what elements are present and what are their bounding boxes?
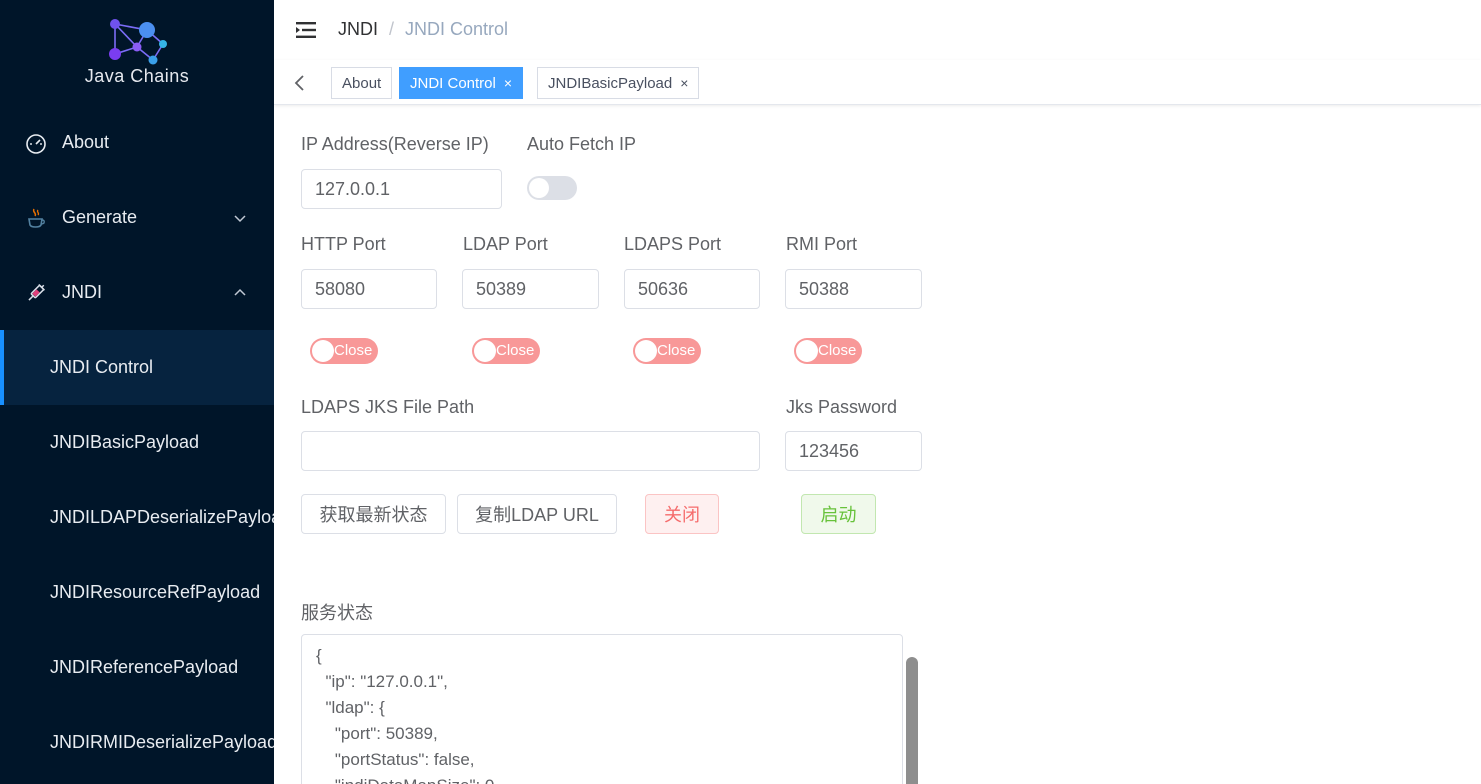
- switch-knob: [474, 340, 496, 362]
- sidebar-item-jndi-resource-ref-payload[interactable]: JNDIResourceRefPayload: [0, 555, 274, 630]
- tab-jndi-basic-payload[interactable]: JNDIBasicPayload ×: [537, 67, 700, 99]
- sidebar-item-jndi-rmi-deserialize-payload[interactable]: JNDIRMIDeserializePayload: [0, 705, 274, 780]
- chevron-left-icon[interactable]: [292, 73, 308, 93]
- ip-address-input[interactable]: 127.0.0.1: [301, 169, 502, 209]
- jks-file-path-label: LDAPS JKS File Path: [301, 397, 475, 417]
- tab-jndi-control[interactable]: JNDI Control ×: [399, 67, 524, 99]
- sidebar-item-label: JNDI: [62, 282, 102, 302]
- menu-fold-icon[interactable]: [296, 20, 318, 40]
- service-status-label: 服务状态: [301, 603, 373, 623]
- ip-address-label: IP Address(Reverse IP): [301, 134, 489, 154]
- sidebar-item-jndi-ldap-deserialize-payload[interactable]: JNDILDAPDeserializePayload: [0, 480, 274, 555]
- chevron-down-icon: [234, 214, 246, 222]
- rmi-server-switch[interactable]: Close: [794, 338, 862, 364]
- top-header: JNDI / JNDI Control: [274, 0, 1481, 60]
- dashboard-icon: [26, 133, 46, 154]
- rmi-port-label: RMI Port: [786, 234, 858, 254]
- refresh-status-button[interactable]: 获取最新状态: [301, 494, 446, 534]
- jks-password-input[interactable]: 123456: [785, 431, 922, 471]
- http-port-input[interactable]: 58080: [301, 269, 437, 309]
- service-status-textarea[interactable]: { "ip": "127.0.0.1", "ldap": { "port": 5…: [301, 634, 903, 784]
- status-scrollbar[interactable]: [906, 657, 918, 784]
- syringe-icon: [28, 283, 46, 301]
- sidebar-item-label: Generate: [62, 207, 138, 227]
- tab-about[interactable]: About: [331, 67, 393, 99]
- sidebar-item-label: About: [62, 132, 110, 152]
- breadcrumb: JNDI / JNDI Control: [338, 19, 508, 40]
- sidebar-item-jndi[interactable]: JNDI: [0, 255, 274, 330]
- auto-fetch-ip-label: Auto Fetch IP: [527, 134, 637, 154]
- java-cup-icon: [28, 208, 45, 228]
- logo-network-icon: [109, 19, 167, 65]
- chevron-up-icon: [234, 288, 246, 296]
- tab-label: JNDIBasicPayload: [548, 74, 673, 92]
- close-icon[interactable]: ×: [504, 75, 512, 91]
- ldap-server-switch[interactable]: Close: [472, 338, 540, 364]
- switch-text: Close: [818, 342, 857, 359]
- sidebar-item-label: JNDIReferencePayload: [50, 657, 239, 677]
- ldaps-port-input[interactable]: 50636: [624, 269, 760, 309]
- switch-knob: [312, 340, 334, 362]
- http-port-label: HTTP Port: [301, 234, 386, 254]
- copy-ldap-url-button[interactable]: 复制LDAP URL: [457, 494, 617, 534]
- sidebar-item-label: JNDIResourceRefPayload: [50, 582, 261, 602]
- app-logo[interactable]: Java Chains: [0, 0, 274, 105]
- tab-label: JNDI Control: [410, 74, 496, 92]
- switch-knob: [796, 340, 818, 362]
- switch-knob: [635, 340, 657, 362]
- sidebar-item-label: JNDIRMIDeserializePayload: [50, 732, 274, 752]
- sidebar-item-label: JNDIBasicPayload: [50, 432, 200, 452]
- switch-text: Close: [496, 342, 535, 359]
- ldaps-port-label: LDAPS Port: [624, 234, 722, 254]
- close-icon[interactable]: ×: [680, 75, 688, 91]
- tab-label: About: [342, 74, 382, 92]
- jks-password-label: Jks Password: [786, 397, 898, 417]
- jks-file-path-input[interactable]: [301, 431, 760, 471]
- rmi-port-input[interactable]: 50388: [785, 269, 922, 309]
- sidebar-item-label: JNDI Control: [50, 357, 154, 377]
- stop-button[interactable]: 关闭: [645, 494, 719, 534]
- breadcrumb-separator: /: [389, 19, 395, 39]
- auto-fetch-ip-switch[interactable]: [527, 176, 577, 200]
- sidebar: Java Chains About Generate JNDI JNDI Con…: [0, 0, 274, 784]
- http-server-switch[interactable]: Close: [310, 338, 378, 364]
- sidebar-item-label: JNDILDAPDeserializePayload: [50, 507, 274, 527]
- logo-text: Java Chains: [84, 66, 190, 86]
- switch-text: Close: [657, 342, 696, 359]
- tags-view: About JNDI Control × JNDIBasicPayload ×: [274, 60, 1481, 105]
- ldap-port-input[interactable]: 50389: [462, 269, 599, 309]
- sidebar-item-jndi-reference-payload[interactable]: JNDIReferencePayload: [0, 630, 274, 705]
- sidebar-item-generate[interactable]: Generate: [0, 180, 274, 255]
- breadcrumb-root[interactable]: JNDI: [338, 19, 378, 40]
- ldaps-server-switch[interactable]: Close: [633, 338, 701, 364]
- start-button[interactable]: 启动: [801, 494, 876, 534]
- sidebar-item-jndi-basic-payload[interactable]: JNDIBasicPayload: [0, 405, 274, 480]
- ldap-port-label: LDAP Port: [463, 234, 548, 254]
- service-status-json: { "ip": "127.0.0.1", "ldap": { "port": 5…: [316, 646, 494, 784]
- switch-text: Close: [334, 342, 373, 359]
- sidebar-item-jndi-control[interactable]: JNDI Control: [0, 330, 274, 405]
- breadcrumb-current: JNDI Control: [405, 19, 509, 39]
- sidebar-item-about[interactable]: About: [0, 105, 274, 180]
